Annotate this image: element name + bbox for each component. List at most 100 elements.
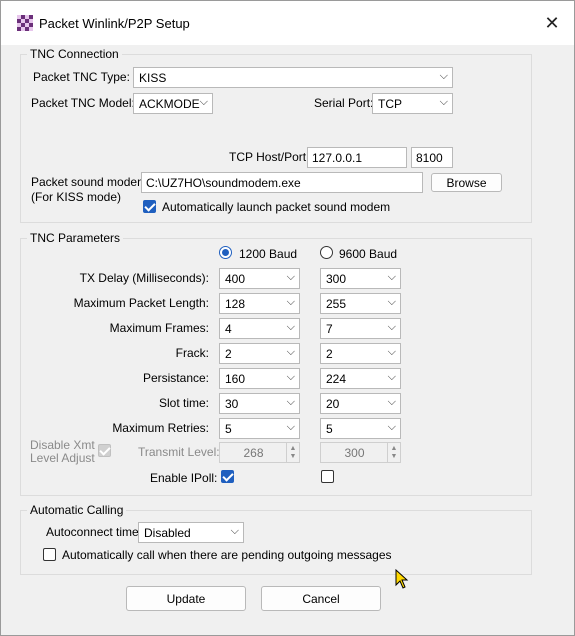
chevron-down-icon: ⌵: [199, 96, 208, 108]
auto-launch-checkbox[interactable]: [143, 200, 156, 213]
sound-modem-path-input[interactable]: C:\UZ7HO\soundmodem.exe: [141, 172, 423, 193]
app-icon: [17, 15, 33, 31]
tnc-model-label: Packet TNC Model:: [31, 96, 135, 110]
baud-1200-radio[interactable]: [219, 246, 232, 259]
chevron-down-icon: ⌵: [286, 296, 295, 308]
chevron-down-icon: ⌵: [387, 396, 396, 408]
transmit-level-1200-value: 268: [243, 446, 264, 460]
baud-1200-label: 1200 Baud: [239, 247, 298, 261]
title-bar[interactable]: Packet Winlink/P2P Setup ✕: [1, 1, 574, 45]
parameter-9600-select[interactable]: 255 ⌵: [320, 293, 401, 314]
chevron-down-icon: ⌵: [286, 321, 295, 333]
spinner-arrows-icon: ▲ ▼: [387, 443, 400, 462]
parameter-9600-select[interactable]: 300 ⌵: [320, 268, 401, 289]
parameter-9600-select[interactable]: 224 ⌵: [320, 368, 401, 389]
transmit-level-1200-stepper[interactable]: 268 ▲ ▼: [219, 442, 300, 463]
parameter-value: 4: [225, 322, 232, 336]
tcp-port-input[interactable]: 8100: [411, 147, 453, 168]
parameter-9600-select[interactable]: 20 ⌵: [320, 393, 401, 414]
parameter-value: 400: [225, 272, 246, 286]
chevron-down-icon: ⌵: [286, 346, 295, 358]
tnc-type-label: Packet TNC Type:: [33, 70, 130, 84]
disable-xmt-label: Disable Xmt: [30, 438, 95, 452]
parameter-9600-select[interactable]: 5 ⌵: [320, 418, 401, 439]
parameter-value: 30: [225, 397, 239, 411]
parameter-label: Slot time:: [158, 396, 209, 410]
parameter-9600-select[interactable]: 2 ⌵: [320, 343, 401, 364]
autoconnect-time-value: Disabled: [144, 526, 191, 540]
parameter-label: Maximum Retries:: [112, 421, 209, 435]
parameter-label: Maximum Packet Length:: [73, 296, 209, 310]
tcp-host-input[interactable]: 127.0.0.1: [307, 147, 407, 168]
parameter-value: 160: [225, 372, 246, 386]
cancel-label: Cancel: [302, 591, 340, 606]
ipoll-1200-checkbox[interactable]: [221, 470, 234, 483]
parameter-label: Maximum Frames:: [109, 321, 209, 335]
chevron-down-icon: ⌵: [387, 271, 396, 283]
chevron-down-icon: ⌵: [286, 271, 295, 283]
update-label: Update: [166, 591, 206, 606]
transmit-level-9600-stepper[interactable]: 300 ▲ ▼: [320, 442, 401, 463]
parameter-value: 5: [326, 422, 333, 436]
chevron-down-icon: ⌵: [387, 421, 396, 433]
parameter-value: 20: [326, 397, 340, 411]
close-icon: ✕: [544, 12, 560, 33]
ipoll-9600-checkbox[interactable]: [321, 470, 334, 483]
parameter-1200-select[interactable]: 160 ⌵: [219, 368, 300, 389]
setup-dialog: Packet Winlink/P2P Setup ✕ TNC Connectio…: [0, 0, 575, 636]
update-button[interactable]: Update: [126, 586, 246, 611]
parameter-1200-select[interactable]: 5 ⌵: [219, 418, 300, 439]
baud-9600-radio[interactable]: [320, 246, 333, 259]
parameter-value: 300: [326, 272, 347, 286]
cancel-button[interactable]: Cancel: [261, 586, 381, 611]
auto-call-checkbox[interactable]: [43, 548, 56, 561]
spinner-arrows-icon: ▲ ▼: [286, 443, 299, 462]
chevron-down-icon: ⌵: [387, 296, 396, 308]
chevron-down-icon: ⌵: [286, 371, 295, 383]
browse-label: Browse: [446, 175, 487, 190]
close-button[interactable]: ✕: [539, 11, 565, 35]
parameter-1200-select[interactable]: 400 ⌵: [219, 268, 300, 289]
tnc-model-select[interactable]: ACKMODE ⌵: [133, 93, 213, 114]
tcp-host-port-label: TCP Host/Port:: [229, 150, 310, 164]
parameter-label: Persistance:: [142, 371, 209, 385]
automatic-calling-group: Automatic Calling Autoconnect time: Disa…: [20, 503, 532, 575]
browse-button[interactable]: Browse: [431, 173, 502, 192]
parameter-value: 128: [225, 297, 246, 311]
transmit-level-9600-value: 300: [344, 446, 365, 460]
chevron-down-icon: ⌵: [439, 96, 448, 108]
parameter-value: 7: [326, 322, 333, 336]
tnc-parameters-title: TNC Parameters: [27, 231, 124, 245]
mouse-cursor-icon: [395, 569, 409, 589]
window-title: Packet Winlink/P2P Setup: [39, 16, 190, 31]
kiss-mode-note: (For KISS mode): [31, 190, 122, 204]
parameter-label: Frack:: [175, 346, 209, 360]
parameter-value: 2: [326, 347, 333, 361]
disable-xmt-checkbox[interactable]: [98, 444, 111, 457]
chevron-down-icon: ⌵: [387, 346, 396, 358]
serial-port-select[interactable]: TCP ⌵: [372, 93, 453, 114]
autoconnect-time-select[interactable]: Disabled ⌵: [138, 522, 244, 543]
tnc-type-value: KISS: [139, 71, 167, 85]
parameter-value: 2: [225, 347, 232, 361]
baud-9600-label: 9600 Baud: [339, 247, 398, 261]
ipoll-label: Enable IPoll:: [150, 471, 218, 485]
tnc-type-select[interactable]: KISS ⌵: [133, 67, 453, 88]
parameter-value: 255: [326, 297, 347, 311]
automatic-calling-title: Automatic Calling: [27, 503, 127, 517]
auto-call-label: Automatically call when there are pendin…: [62, 548, 392, 562]
chevron-down-icon: ⌵: [286, 396, 295, 408]
autoconnect-time-label: Autoconnect time:: [46, 525, 143, 539]
parameter-1200-select[interactable]: 2 ⌵: [219, 343, 300, 364]
parameter-1200-select[interactable]: 4 ⌵: [219, 318, 300, 339]
parameter-1200-select[interactable]: 128 ⌵: [219, 293, 300, 314]
serial-port-label: Serial Port:: [314, 96, 374, 110]
transmit-level-label: Transmit Level:: [138, 445, 220, 459]
serial-port-value: TCP: [378, 97, 402, 111]
parameter-value: 5: [225, 422, 232, 436]
parameter-1200-select[interactable]: 30 ⌵: [219, 393, 300, 414]
parameter-label: TX Delay (Milliseconds):: [79, 271, 209, 285]
parameter-9600-select[interactable]: 7 ⌵: [320, 318, 401, 339]
chevron-down-icon: ⌵: [286, 421, 295, 433]
tnc-parameters-group: TNC Parameters 1200 Baud 9600 Baud TX De…: [20, 231, 532, 496]
